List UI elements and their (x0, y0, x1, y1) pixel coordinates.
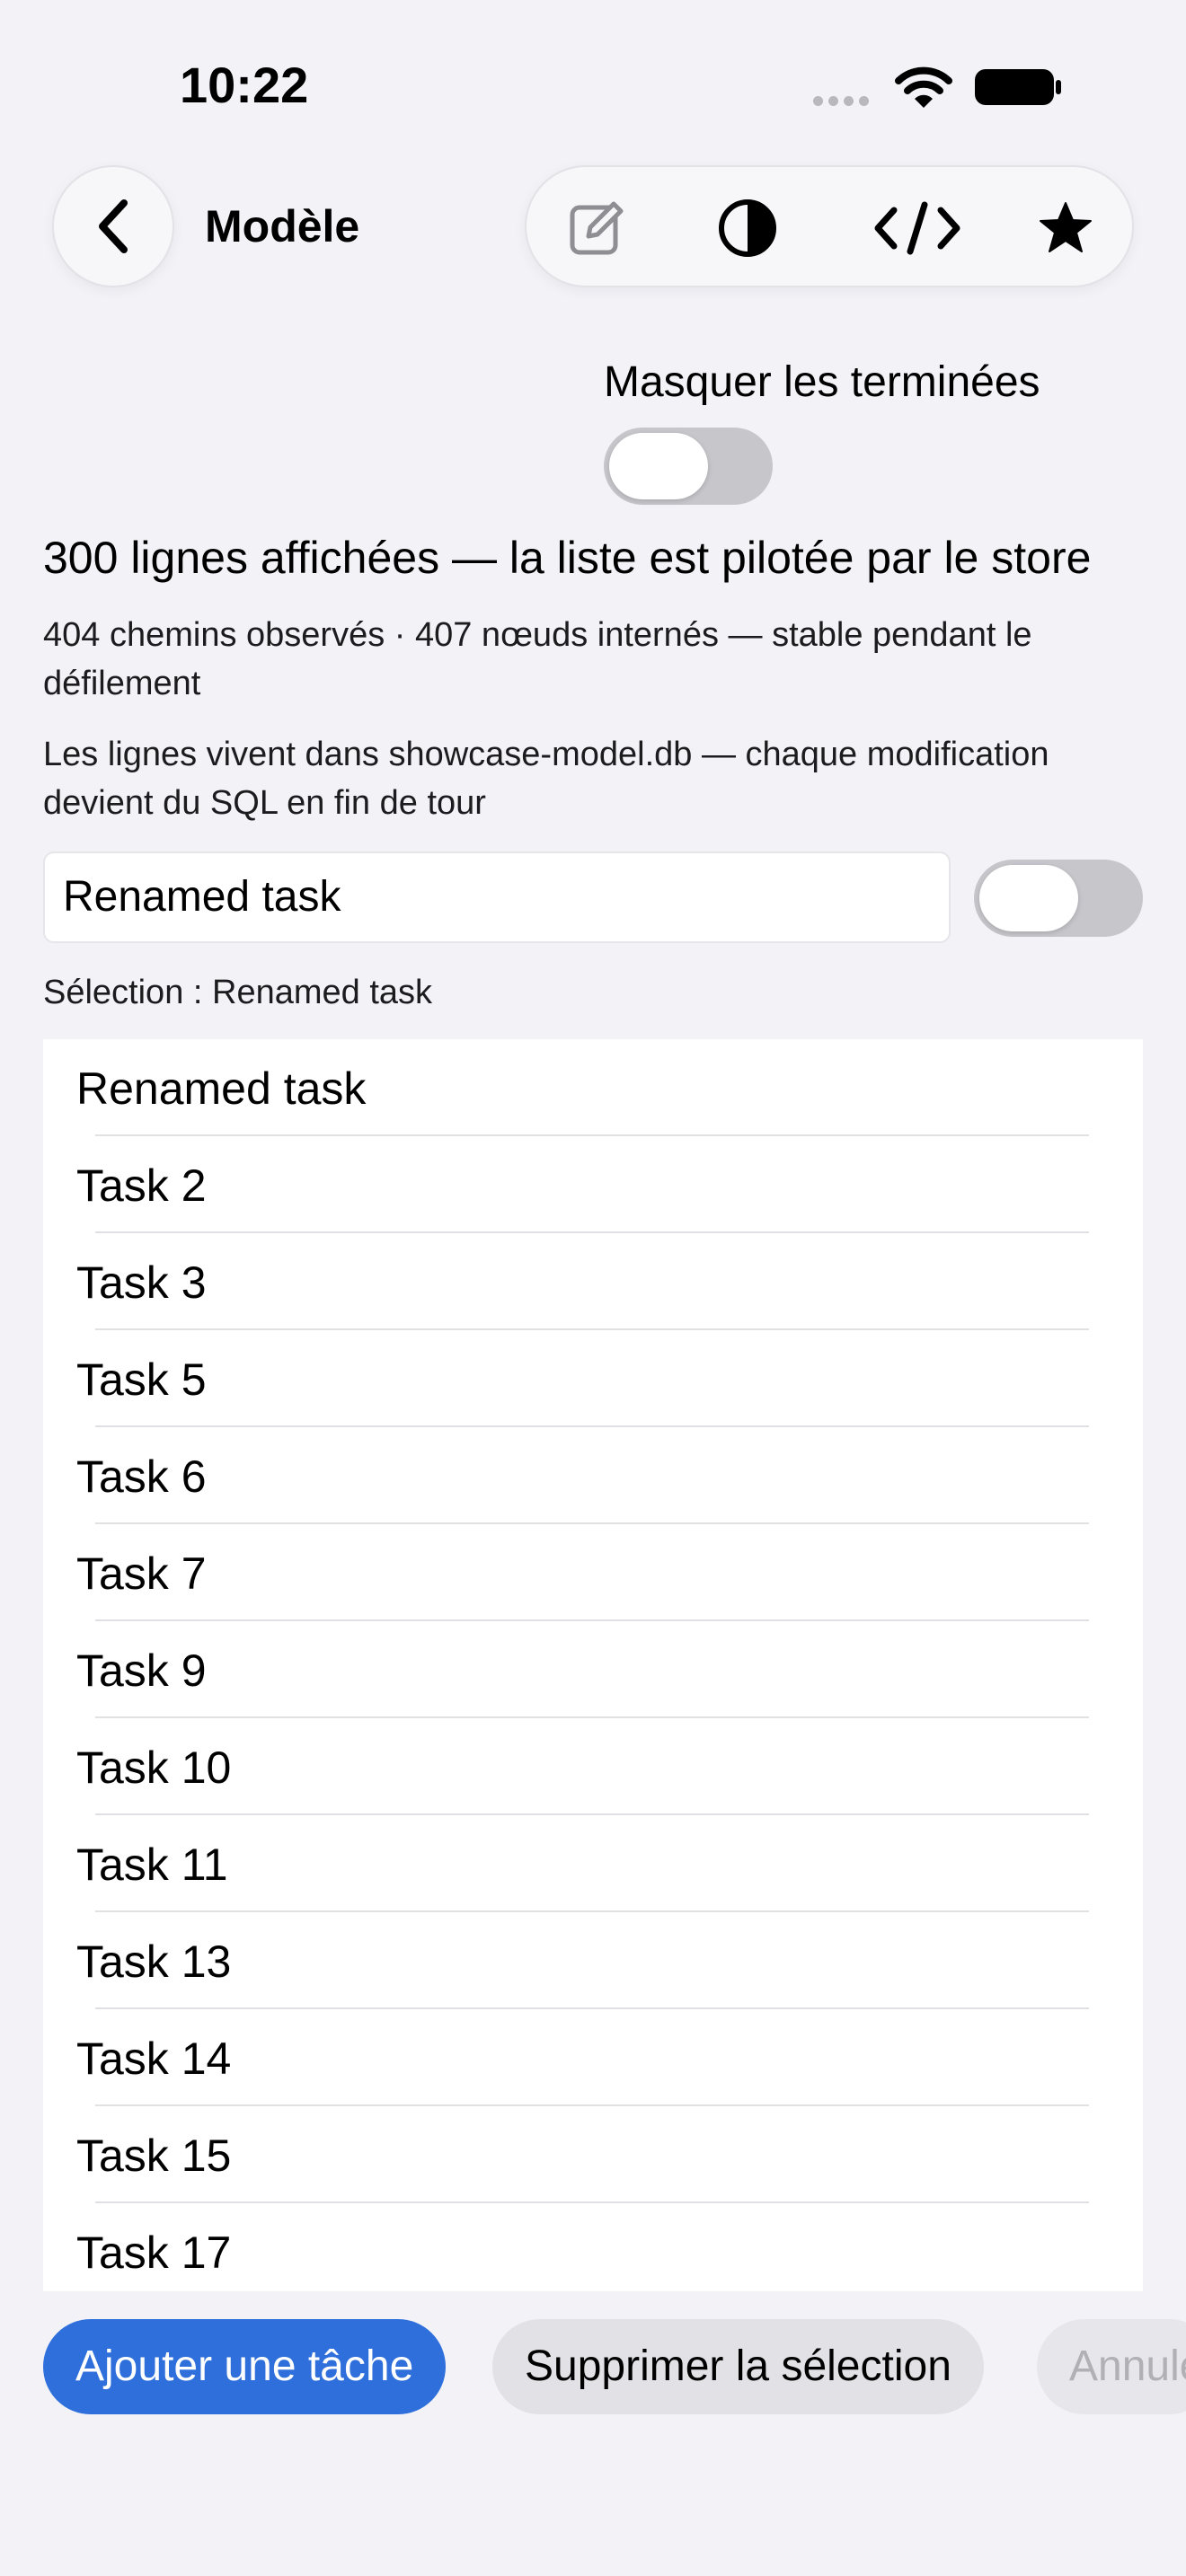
list-item-label: Task 6 (76, 1451, 207, 1502)
list-item[interactable]: Task 9 (43, 1621, 1143, 1718)
status-time: 10:22 (180, 57, 309, 113)
list-item-label: Task 2 (76, 1160, 207, 1211)
list-item-label: Task 15 (76, 2130, 232, 2181)
task-list[interactable]: Renamed task Task 2 Task 3 Task 5 Task 6 Task… (43, 1039, 1143, 2291)
task-done-toggle[interactable] (974, 860, 1143, 937)
back-button[interactable] (52, 165, 174, 287)
delete-selection-button[interactable]: Supprimer la sélection (492, 2319, 984, 2414)
compose-button[interactable] (562, 194, 631, 262)
list-item[interactable]: Task 11 (43, 1815, 1143, 1912)
list-item-label: Task 14 (76, 2033, 232, 2084)
rows-summary: 300 lignes affichées — la liste est pilo… (43, 533, 1092, 583)
list-item[interactable]: Task 17 (43, 2203, 1143, 2291)
undo-button[interactable]: Annuler (1037, 2319, 1186, 2414)
list-item[interactable]: Task 13 (43, 1912, 1143, 2009)
list-item-label: Task 11 (76, 1839, 228, 1890)
list-item[interactable]: Task 5 (43, 1330, 1143, 1427)
toolbar-group (525, 165, 1134, 287)
hide-completed-toggle[interactable] (604, 428, 773, 505)
list-item[interactable]: Task 15 (43, 2106, 1143, 2203)
list-item[interactable]: Task 7 (43, 1524, 1143, 1621)
paths-summary: 404 chemins observés · 407 nœuds interné… (43, 616, 1032, 702)
add-task-button[interactable]: Ajouter une tâche (43, 2319, 447, 2414)
list-item[interactable]: Renamed task (43, 1039, 1143, 1136)
hide-completed-label: Masquer les terminées (604, 358, 1040, 406)
code-icon (874, 201, 960, 255)
list-item[interactable]: Task 3 (43, 1233, 1143, 1330)
list-item[interactable]: Task 14 (43, 2009, 1143, 2106)
list-item-label: Task 7 (76, 1548, 207, 1599)
list-item-label: Renamed task (76, 1063, 367, 1114)
battery-icon (975, 69, 1061, 105)
task-name-field[interactable]: Renamed task (43, 851, 951, 943)
code-button[interactable] (868, 194, 967, 262)
list-item-label: Task 10 (76, 1742, 232, 1793)
storage-summary: Les lignes vivent dans showcase-model.db… (43, 736, 1049, 822)
page-title: Modèle (205, 201, 360, 251)
star-icon (1040, 202, 1092, 252)
signal-dots-icon (813, 96, 869, 106)
toggle-knob (609, 433, 708, 499)
list-item-label: Task 5 (76, 1354, 207, 1405)
selection-label: Sélection : Renamed task (43, 974, 433, 1011)
list-item-label: Task 3 (76, 1257, 207, 1308)
wifi-icon (895, 66, 952, 108)
list-item-label: Task 9 (76, 1645, 207, 1696)
appearance-button[interactable] (713, 194, 782, 262)
list-item-label: Task 13 (76, 1936, 232, 1987)
chevron-left-icon (99, 199, 128, 253)
toggle-knob (979, 865, 1078, 931)
compose-icon (570, 201, 624, 255)
list-item[interactable]: Task 10 (43, 1718, 1143, 1815)
list-item[interactable]: Task 2 (43, 1136, 1143, 1233)
list-item-label: Task 17 (76, 2228, 232, 2278)
list-item[interactable]: Task 6 (43, 1427, 1143, 1524)
favorite-button[interactable] (1031, 194, 1100, 262)
contrast-icon (719, 199, 776, 257)
